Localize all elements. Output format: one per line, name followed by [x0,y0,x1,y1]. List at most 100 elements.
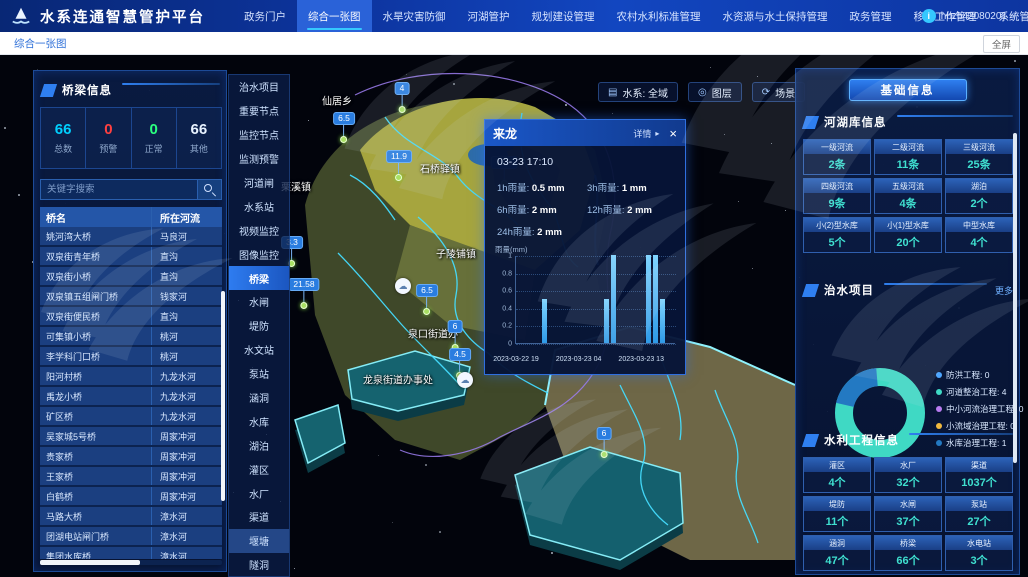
menu-item-19[interactable]: 堰塘 [229,529,289,553]
details-link[interactable]: 详情 [633,127,651,140]
table-row[interactable]: 集团水库桥漳水河 [40,547,222,559]
stat-cell-三级河流[interactable]: 三级河流25条 [945,139,1013,175]
stat-cell-五级河流[interactable]: 五级河流4条 [874,178,942,214]
stat-cell-小(2)型水库[interactable]: 小(2)型水库5个 [803,217,871,253]
menu-item-10[interactable]: 堤防 [229,314,289,338]
map-marker[interactable]: 6.5 [416,284,438,315]
cell-value: 20个 [875,232,941,252]
stat-cell-水闸[interactable]: 水闸37个 [874,496,942,532]
stat-cell-四级河流[interactable]: 四级河流9条 [803,178,871,214]
table-row[interactable]: 双泉街青年桥直沟 [40,247,222,267]
map-control-0[interactable]: ▤水系: 全域 [598,82,678,102]
projects-section-title: 治水项目 [824,282,874,298]
more-link[interactable]: 更多 [995,284,1013,297]
menu-item-15[interactable]: 湖泊 [229,433,289,457]
table-row[interactable]: 双泉镇五组闸门桥钱家河 [40,287,222,307]
nav-item-3[interactable]: 河湖管护 [457,0,521,32]
menu-item-3[interactable]: 监测预警 [229,147,289,171]
stat-cell-小(1)型水库[interactable]: 小(1)型水库20个 [874,217,942,253]
map-marker[interactable]: 21.58 [288,278,319,309]
map-marker[interactable]: 6.5 [333,112,355,143]
stat-cell-渠道[interactable]: 渠道1037个 [945,457,1013,493]
weather-cloud-icon[interactable]: ☁ [395,278,411,294]
river-name-cell: 周家冲河 [152,467,222,485]
table-row[interactable]: 吴家城5号桥周家冲河 [40,427,222,447]
stat-cell-堤防[interactable]: 堤防11个 [803,496,871,532]
table-row[interactable]: 双泉街便民桥直沟 [40,307,222,327]
menu-item-6[interactable]: 视频监控 [229,218,289,242]
menu-item-4[interactable]: 河道闸 [229,171,289,195]
menu-item-13[interactable]: 涵洞 [229,386,289,410]
cell-value: 2条 [804,154,870,174]
menu-item-1[interactable]: 重要节点 [229,99,289,123]
table-row[interactable]: 姚河湾大桥马良河 [40,227,222,247]
horizontal-scrollbar[interactable] [40,560,222,565]
nav-item-6[interactable]: 水资源与水土保持管理 [712,0,839,32]
map-marker[interactable]: 11.9 [386,150,412,181]
menu-item-9[interactable]: 水闸 [229,290,289,314]
table-body: 姚河湾大桥马良河双泉街青年桥直沟双泉街小桥直沟双泉镇五组闸门桥钱家河双泉街便民桥… [40,227,222,559]
table-row[interactable]: 禹龙小桥九龙水河 [40,387,222,407]
menu-item-18[interactable]: 渠道 [229,505,289,529]
map-marker[interactable]: 4 [395,82,410,113]
nav-item-4[interactable]: 规划建设管理 [521,0,606,32]
table-row[interactable]: 双泉街小桥直沟 [40,267,222,287]
river-name-cell: 钱家河 [152,287,222,305]
fullscreen-button[interactable]: 全屏 [983,35,1020,53]
stat-cell-水厂[interactable]: 水厂32个 [874,457,942,493]
scrollbar-thumb[interactable] [40,560,140,565]
table-row[interactable]: 矿区桥九龙水河 [40,407,222,427]
stat-cell-泵站[interactable]: 泵站27个 [945,496,1013,532]
menu-item-7[interactable]: 图像监控 [229,242,289,266]
breadcrumb[interactable]: 综合一张图 [14,36,67,51]
table-row[interactable]: 阳河村桥九龙水河 [40,367,222,387]
stat-cell-中型水库[interactable]: 中型水库4个 [945,217,1013,253]
table-row[interactable]: 贵家桥周家冲河 [40,447,222,467]
marker-value-badge: 6 [597,427,612,440]
weather-cloud-icon[interactable]: ☁ [457,372,473,388]
map-marker[interactable]: 6 [448,320,463,351]
observation-time: 03-23 17:10 [497,156,553,168]
menu-item-0[interactable]: 治水项目 [229,75,289,99]
menu-item-17[interactable]: 水厂 [229,481,289,505]
stat-cell-灌区[interactable]: 灌区4个 [803,457,871,493]
menu-item-2[interactable]: 监控节点 [229,123,289,147]
stat-cell-桥梁[interactable]: 桥梁66个 [874,535,942,571]
close-icon[interactable]: × [669,127,677,140]
menu-item-12[interactable]: 泵站 [229,362,289,386]
table-row[interactable]: 李学科门口桥桃河 [40,347,222,367]
nav-item-2[interactable]: 水旱灾害防御 [372,0,457,32]
map-marker[interactable]: 6 [597,427,612,458]
stat-cell-湖泊[interactable]: 湖泊2个 [945,178,1013,214]
cell-label: 中型水库 [946,218,1012,232]
table-row[interactable]: 白鹤桥周家冲河 [40,487,222,507]
table-row[interactable]: 马路大桥漳水河 [40,507,222,527]
marker-stem [343,125,344,136]
menu-item-5[interactable]: 水系站 [229,194,289,218]
right-panel-scrollbar[interactable] [1013,133,1017,463]
menu-item-8[interactable]: 桥梁 [229,266,289,290]
rain-bar [611,255,616,343]
stat-cell-一级河流[interactable]: 一级河流2条 [803,139,871,175]
search-input[interactable] [40,179,198,200]
stat-cell-涵洞[interactable]: 涵洞47个 [803,535,871,571]
nav-item-5[interactable]: 农村水利标准管理 [606,0,712,32]
search-button[interactable] [198,179,222,200]
nav-item-7[interactable]: 政务管理 [839,0,903,32]
menu-item-16[interactable]: 灌区 [229,457,289,481]
user-menu[interactable]: i hbzb42080201 ▾ [922,0,1016,32]
menu-item-20[interactable]: 隧洞 [229,553,289,577]
nav-item-1[interactable]: 综合一张图 [297,0,372,32]
stat-cell-水电站[interactable]: 水电站3个 [945,535,1013,571]
table-row[interactable]: 团湖电站闸门桥漳水河 [40,527,222,547]
basic-info-button[interactable]: 基础信息 [849,79,967,101]
nav-item-0[interactable]: 政务门户 [233,0,297,32]
table-row[interactable]: 王家桥周家冲河 [40,467,222,487]
vertical-scrollbar[interactable] [221,291,225,501]
marker-value-badge: 21.58 [288,278,319,291]
menu-item-11[interactable]: 水文站 [229,338,289,362]
map-control-1[interactable]: ◎图层 [688,82,742,102]
stat-cell-二级河流[interactable]: 二级河流11条 [874,139,942,175]
menu-item-14[interactable]: 水库 [229,409,289,433]
table-row[interactable]: 可集镇小桥桃河 [40,327,222,347]
